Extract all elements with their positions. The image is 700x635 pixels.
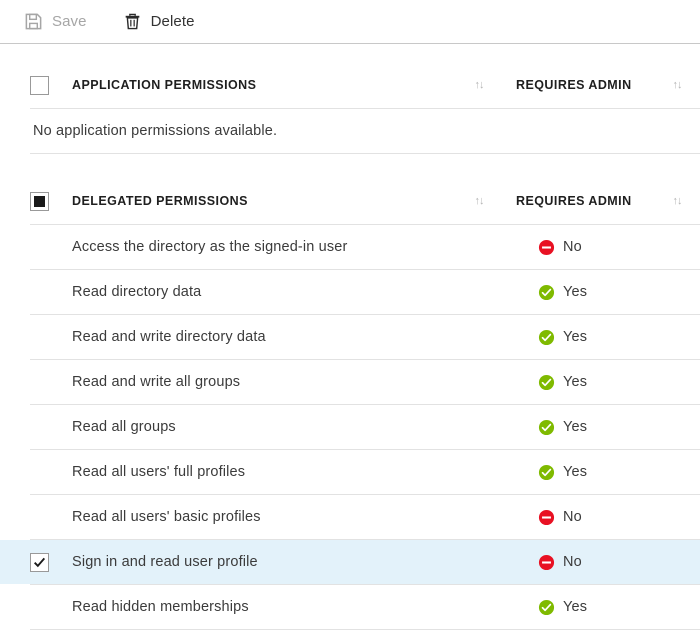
save-button-label: Save [52, 14, 87, 29]
requires-admin-value: No [563, 509, 582, 525]
table-row[interactable]: Access the directory as the signed-in us… [0, 225, 700, 269]
requires-admin-cell: Yes [534, 599, 688, 616]
permission-name: Read all groups [72, 419, 534, 435]
requires-admin-value: Yes [563, 464, 587, 480]
permission-name: Sign in and read user profile [72, 554, 534, 570]
delegated-permissions-select-all-cell [30, 192, 72, 211]
requires-admin-value: Yes [563, 374, 587, 390]
row-select-cell [30, 283, 72, 302]
delegated-permissions-list: Access the directory as the signed-in us… [0, 225, 700, 630]
row-select-cell [30, 598, 72, 617]
save-floppy-icon [24, 12, 43, 31]
delegated-permissions-header-row: DELEGATED PERMISSIONS ↑↓ REQUIRES ADMIN … [0, 178, 700, 224]
application-permissions-admin-sort-icon[interactable]: ↑↓ [666, 80, 688, 91]
permissions-content: APPLICATION PERMISSIONS ↑↓ REQUIRES ADMI… [0, 44, 700, 630]
permission-name: Read all users' basic profiles [72, 509, 534, 525]
requires-admin-cell: Yes [534, 284, 688, 301]
checkbox-check-mark [33, 556, 46, 569]
table-row[interactable]: Read and write directory data Yes [0, 315, 700, 359]
no-red-icon [538, 239, 555, 256]
requires-admin-cell: Yes [534, 374, 688, 391]
requires-admin-cell: Yes [534, 464, 688, 481]
delegated-permissions-sort-icon[interactable]: ↑↓ [468, 196, 490, 207]
permission-name: Read and write all groups [72, 374, 534, 390]
save-button[interactable]: Save [24, 12, 87, 31]
requires-admin-cell: Yes [534, 329, 688, 346]
yes-green-icon [538, 464, 555, 481]
row-select-cell [30, 508, 72, 527]
row-select-checkbox[interactable] [30, 553, 49, 572]
requires-admin-value: No [563, 239, 582, 255]
yes-green-icon [538, 284, 555, 301]
row-select-cell [30, 328, 72, 347]
permission-name: Read hidden memberships [72, 599, 534, 615]
delegated-permissions-section: DELEGATED PERMISSIONS ↑↓ REQUIRES ADMIN … [0, 178, 700, 630]
delegated-permissions-header-label: DELEGATED PERMISSIONS [72, 194, 468, 208]
yes-green-icon [538, 329, 555, 346]
table-row[interactable]: Read hidden memberships Yes [0, 585, 700, 629]
application-permissions-requires-admin-label: REQUIRES ADMIN [512, 78, 666, 92]
toolbar: Save Delete [0, 0, 700, 44]
row-select-cell [30, 463, 72, 482]
requires-admin-value: No [563, 554, 582, 570]
table-row[interactable]: Read all users' full profiles Yes [0, 450, 700, 494]
application-permissions-header-row: APPLICATION PERMISSIONS ↑↓ REQUIRES ADMI… [0, 62, 700, 108]
requires-admin-cell: No [534, 509, 688, 526]
table-row[interactable]: Read and write all groups Yes [0, 360, 700, 404]
section-gap [0, 154, 700, 178]
requires-admin-value: Yes [563, 329, 587, 345]
requires-admin-value: Yes [563, 419, 587, 435]
table-row[interactable]: Read all users' basic profiles No [0, 495, 700, 539]
yes-green-icon [538, 599, 555, 616]
table-row[interactable]: Read directory data Yes [0, 270, 700, 314]
permission-name: Read and write directory data [72, 329, 534, 345]
row-divider [30, 629, 700, 630]
no-red-icon [538, 509, 555, 526]
top-spacer [0, 44, 700, 62]
requires-admin-cell: Yes [534, 419, 688, 436]
requires-admin-value: Yes [563, 284, 587, 300]
checkbox-indeterminate-mark [34, 196, 45, 207]
requires-admin-cell: No [534, 554, 688, 571]
application-permissions-select-all-cell [30, 76, 72, 95]
delegated-permissions-select-all-checkbox[interactable] [30, 192, 49, 211]
permission-name: Read directory data [72, 284, 534, 300]
delete-button[interactable]: Delete [123, 12, 195, 31]
yes-green-icon [538, 419, 555, 436]
table-row[interactable]: Read all groups Yes [0, 405, 700, 449]
permission-name: Access the directory as the signed-in us… [72, 239, 534, 255]
yes-green-icon [538, 374, 555, 391]
delegated-permissions-admin-sort-icon[interactable]: ↑↓ [666, 196, 688, 207]
application-permissions-empty-message: No application permissions available. [0, 109, 700, 153]
table-row[interactable]: Sign in and read user profile No [0, 540, 700, 584]
row-select-cell [30, 553, 72, 572]
delegated-permissions-requires-admin-label: REQUIRES ADMIN [512, 194, 666, 208]
requires-admin-value: Yes [563, 599, 587, 615]
row-select-cell [30, 373, 72, 392]
requires-admin-cell: No [534, 239, 688, 256]
trash-icon [123, 12, 142, 31]
application-permissions-select-all-checkbox[interactable] [30, 76, 49, 95]
row-select-cell [30, 238, 72, 257]
application-permissions-header-label: APPLICATION PERMISSIONS [72, 78, 468, 92]
application-permissions-sort-icon[interactable]: ↑↓ [468, 80, 490, 91]
delete-button-label: Delete [151, 14, 195, 29]
no-red-icon [538, 554, 555, 571]
application-permissions-section: APPLICATION PERMISSIONS ↑↓ REQUIRES ADMI… [0, 62, 700, 154]
permission-name: Read all users' full profiles [72, 464, 534, 480]
row-select-cell [30, 418, 72, 437]
